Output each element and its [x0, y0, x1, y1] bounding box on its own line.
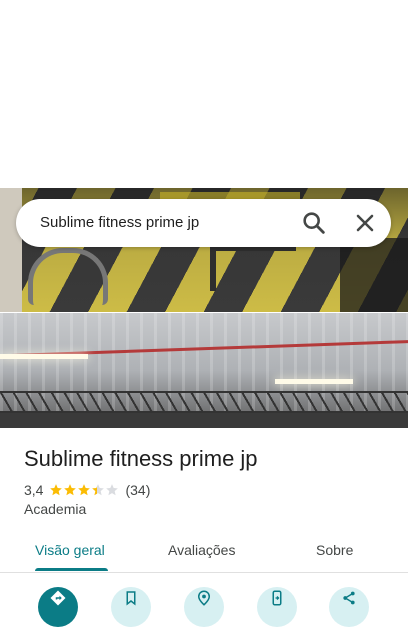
- rating-stars: [49, 483, 119, 497]
- save-button[interactable]: [111, 587, 151, 627]
- photo-bottom: [0, 413, 408, 428]
- equipment: [210, 243, 296, 291]
- ceiling-truss: [0, 391, 408, 413]
- rating-row[interactable]: 3,4 (34): [24, 481, 150, 499]
- ceiling-light: [0, 354, 88, 359]
- tab-about[interactable]: Sobre: [316, 542, 353, 558]
- ceiling-light: [275, 379, 353, 384]
- gym-ceiling-photo[interactable]: [0, 313, 408, 428]
- nearby-icon: [197, 590, 211, 606]
- bookmark-icon: [126, 591, 136, 606]
- search-input[interactable]: Sublime fitness prime jp: [40, 214, 199, 231]
- review-count: (34): [125, 482, 151, 498]
- star-icon: [64, 484, 77, 496]
- star-icon: [106, 484, 119, 496]
- wall: [0, 188, 22, 312]
- search-bar[interactable]: Sublime fitness prime jp: [16, 199, 391, 247]
- send-to-phone-icon: [272, 590, 282, 606]
- equipment: [340, 238, 408, 312]
- star-icon: [78, 484, 91, 496]
- tab-overview[interactable]: Visão geral: [35, 542, 105, 558]
- place-title: Sublime fitness prime jp: [24, 446, 258, 471]
- tab-bar: Visão geral Avaliações Sobre: [0, 530, 408, 573]
- directions-button[interactable]: [38, 587, 78, 627]
- star-icon: [50, 484, 63, 496]
- search-icon[interactable]: [300, 209, 328, 237]
- star-icon: [92, 484, 105, 496]
- active-tab-indicator: [35, 568, 108, 571]
- rating-value: 3,4: [24, 482, 44, 498]
- share-icon: [343, 591, 355, 605]
- directions-icon: [50, 590, 66, 606]
- map-area-blank: [0, 0, 408, 188]
- equipment: [28, 248, 108, 305]
- share-button[interactable]: [329, 587, 369, 627]
- nearby-button[interactable]: [184, 587, 224, 627]
- place-category: Academia: [24, 501, 87, 517]
- tab-reviews[interactable]: Avaliações: [168, 542, 235, 558]
- send-to-phone-button[interactable]: [257, 587, 297, 627]
- close-icon[interactable]: [351, 209, 379, 237]
